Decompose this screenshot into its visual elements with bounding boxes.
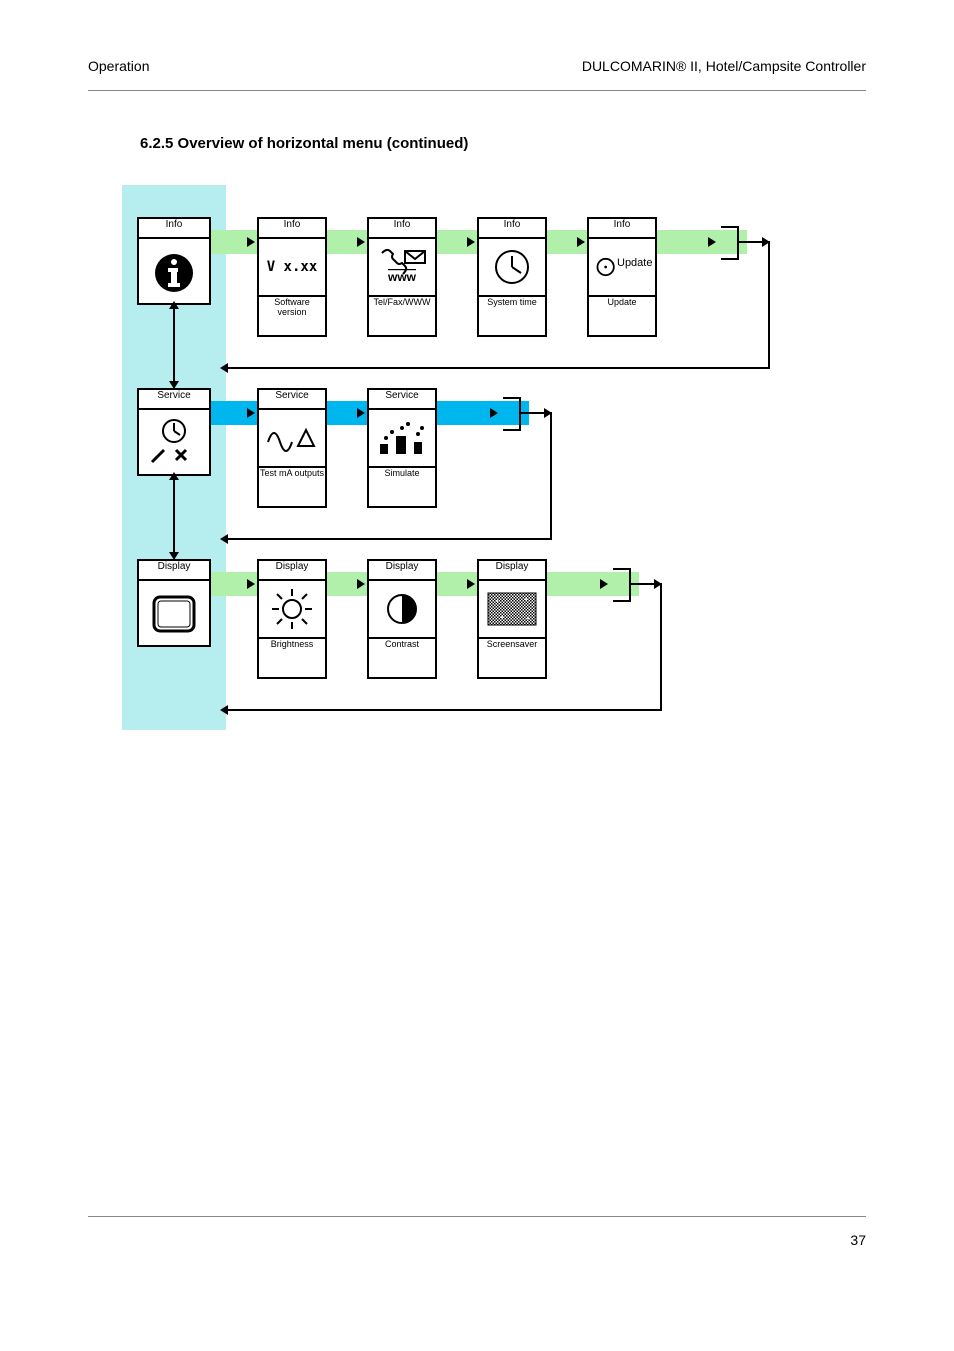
update-label: Update <box>617 257 652 269</box>
card-footer: Contrast <box>367 639 437 679</box>
card-footer: Screensaver <box>477 639 547 679</box>
card-footer: Simulate <box>367 468 437 508</box>
card-footer: Software version <box>257 297 327 337</box>
menu-overview-diagram: Info Info V x.xx Software version Info <box>122 168 782 738</box>
card-header: Info <box>587 217 657 239</box>
waveform-icon <box>257 410 327 468</box>
arrow-up <box>169 301 179 309</box>
card-header: Info <box>367 217 437 239</box>
card-footer: Brightness <box>257 639 327 679</box>
rule-bottom <box>88 1216 866 1217</box>
simulate-icon <box>367 410 437 468</box>
arrow-right <box>600 579 608 589</box>
arrow-up <box>169 472 179 480</box>
arrow-right <box>247 237 255 247</box>
card-footer: System time <box>477 297 547 337</box>
arrow-right <box>467 579 475 589</box>
loop-bracket <box>721 226 739 260</box>
card-footer: Tel/Fax/WWW <box>367 297 437 337</box>
rule-top <box>88 90 866 91</box>
arrow-right <box>577 237 585 247</box>
connector <box>737 241 762 243</box>
card-header: Info <box>477 217 547 239</box>
connector <box>173 307 175 381</box>
arrow-left <box>220 534 228 544</box>
clock-icon <box>477 239 547 297</box>
sidebar-card-service: Service <box>137 388 211 476</box>
contrast-icon <box>367 581 437 639</box>
arrow-right <box>357 408 365 418</box>
brightness-icon <box>257 581 327 639</box>
card-simulate: Service Simulate <box>367 388 437 508</box>
card-header: Service <box>367 388 437 410</box>
connector <box>519 412 544 414</box>
arrow-right <box>357 237 365 247</box>
www-icon: www <box>367 239 437 297</box>
card-version: Info V x.xx Software version <box>257 217 327 337</box>
card-header: Service <box>257 388 327 410</box>
version-label: V x.xx <box>267 259 318 275</box>
connector <box>660 583 662 711</box>
card-header: Info <box>257 217 327 239</box>
arrow-left <box>220 705 228 715</box>
section-heading: 6.2.5 Overview of horizontal menu (conti… <box>140 135 468 152</box>
page-header-section: Operation <box>88 58 149 74</box>
card-header: Display <box>367 559 437 581</box>
sidebar-card-display: Display <box>137 559 211 647</box>
card-header: Service <box>137 388 211 410</box>
connector <box>629 583 654 585</box>
card-header: Display <box>137 559 211 581</box>
connector <box>550 412 552 540</box>
page-header-product: DULCOMARIN® II, Hotel/Campsite Controlle… <box>582 58 866 74</box>
page-number: 37 <box>850 1232 866 1248</box>
service-icon <box>137 410 211 476</box>
card-header: Display <box>477 559 547 581</box>
arrow-right <box>490 408 498 418</box>
card-footer: Test mA outputs <box>257 468 327 508</box>
connector <box>228 709 662 711</box>
connector <box>173 478 175 552</box>
display-icon <box>137 581 211 647</box>
card-update: Info Update Update <box>587 217 657 337</box>
arrow-left <box>220 363 228 373</box>
arrow-right <box>357 579 365 589</box>
update-icon: Update <box>587 239 657 297</box>
arrow-right <box>247 408 255 418</box>
arrow-right <box>708 237 716 247</box>
screensaver-icon <box>477 581 547 639</box>
version-icon: V x.xx <box>257 239 327 297</box>
arrow-right <box>467 237 475 247</box>
connector <box>228 538 552 540</box>
svg-text:www: www <box>387 270 417 284</box>
card-header: Info <box>137 217 211 239</box>
connector <box>768 241 770 369</box>
card-brightness: Display Brightness <box>257 559 327 679</box>
card-header: Display <box>257 559 327 581</box>
card-clock: Info System time <box>477 217 547 337</box>
card-www: Info www Tel/Fax/WWW <box>367 217 437 337</box>
loop-bracket <box>613 568 631 602</box>
loop-bracket <box>503 397 521 431</box>
card-contrast: Display Contrast <box>367 559 437 679</box>
card-footer: Update <box>587 297 657 337</box>
card-screensaver: Display Screen <box>477 559 547 679</box>
info-icon <box>137 239 211 305</box>
sidebar-card-info: Info <box>137 217 211 305</box>
arrow-right <box>247 579 255 589</box>
card-waveform: Service Test mA outputs <box>257 388 327 508</box>
connector <box>228 367 770 369</box>
